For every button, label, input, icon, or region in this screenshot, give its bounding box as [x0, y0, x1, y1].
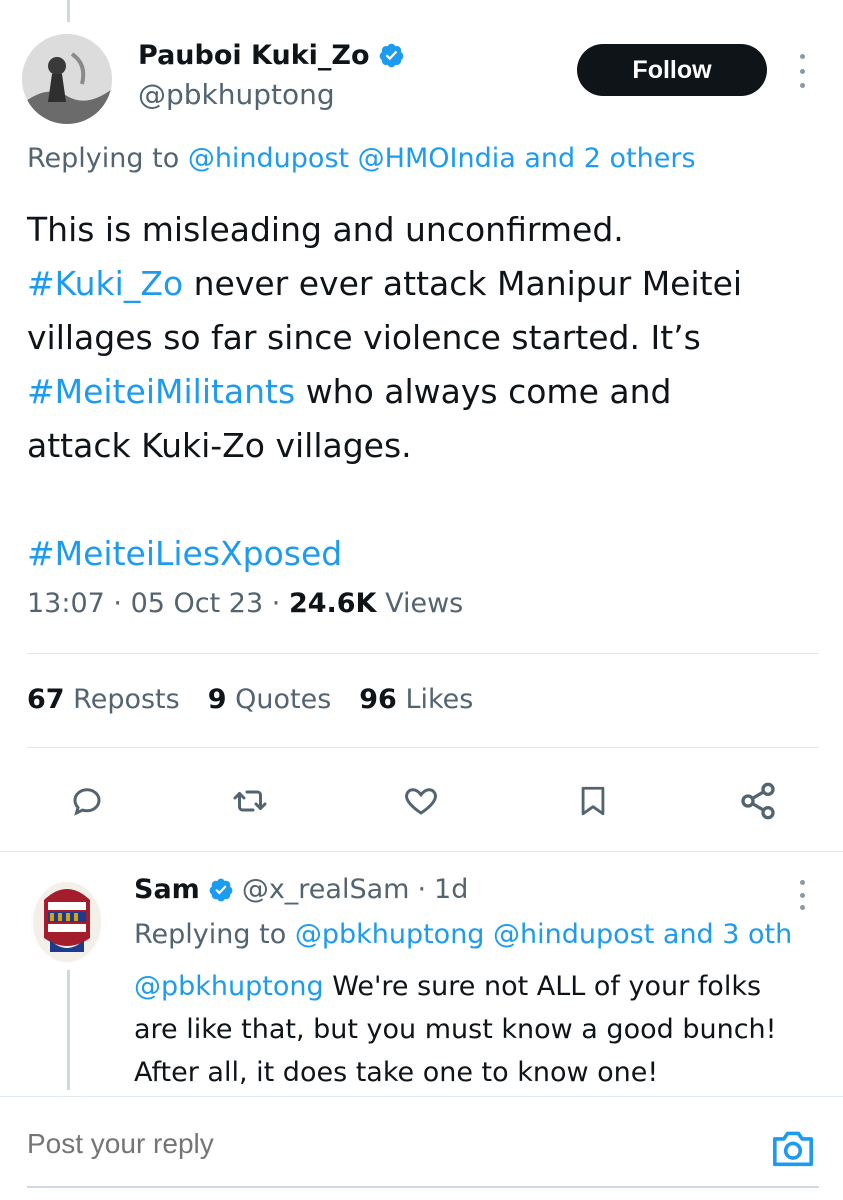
tweet-time[interactable]: 13:07: [27, 588, 105, 619]
dot: [799, 880, 805, 885]
more-options-icon[interactable]: [792, 880, 812, 910]
avatar-photo: [22, 34, 112, 124]
likes-label: Likes: [405, 684, 474, 715]
tweet-body: This is misleading and unconfirmed. #Kuk…: [27, 203, 827, 581]
dot: [799, 83, 805, 88]
tweet-header: Pauboi Kuki_Zo @pbkhuptong Follow: [0, 0, 843, 130]
hashtag-link[interactable]: #MeiteiMilitants: [27, 372, 295, 411]
tweet-meta: 13:07 · 05 Oct 23 · 24.6K Views: [27, 588, 463, 619]
input-underline: [27, 1186, 819, 1188]
dot: [799, 905, 805, 910]
views-count: 24.6K: [288, 588, 377, 619]
reply-line: @pbkhuptong We're sure not ALL of your f…: [134, 965, 834, 1008]
meta-separator: ·: [113, 588, 122, 619]
reply-author-handle[interactable]: @x_realSam: [242, 874, 410, 905]
reply-input[interactable]: [27, 1128, 727, 1160]
hashtag-link[interactable]: #Kuki_Zo: [27, 264, 183, 303]
tweet-stats: 67 Reposts 9 Quotes 96 Likes: [27, 684, 473, 715]
reply-line: After all, it does take one to know one!: [134, 1057, 659, 1088]
tweet-date[interactable]: 05 Oct 23: [131, 588, 264, 619]
dot: [799, 54, 805, 59]
reply-author-row: Sam @x_realSam · 1d: [134, 874, 468, 905]
quotes-stat[interactable]: 9 Quotes: [208, 684, 332, 715]
reply-icon[interactable]: [64, 778, 110, 824]
verified-badge-icon: [209, 878, 233, 901]
reply-line-text: We're sure not ALL of your folks: [323, 971, 762, 1002]
follow-button[interactable]: Follow: [577, 44, 767, 96]
replying-prefix: Replying to: [27, 143, 180, 174]
divider: [0, 851, 843, 852]
author-handle[interactable]: @pbkhuptong: [138, 78, 335, 111]
camera-icon[interactable]: [770, 1126, 816, 1170]
tweet-line-text: who always come and: [295, 372, 672, 411]
verified-badge-icon: [379, 43, 403, 68]
avatar[interactable]: [22, 34, 112, 124]
likes-count: 96: [359, 684, 397, 715]
author-name-row[interactable]: Pauboi Kuki_Zo: [138, 40, 405, 71]
mention-link[interactable]: @pbkhuptong: [134, 971, 324, 1002]
quotes-label: Quotes: [235, 684, 332, 715]
tweet-line: #Kuki_Zo never ever attack Manipur Meite…: [27, 257, 827, 311]
reposts-stat[interactable]: 67 Reposts: [27, 684, 180, 715]
replying-to: Replying to @hindupost @HMOIndia and 2 o…: [27, 143, 696, 174]
tweet-line: #MeiteiLiesXposed: [27, 527, 827, 581]
thread-line: [67, 970, 70, 1090]
dot: [799, 68, 805, 74]
reposts-label: Reposts: [73, 684, 180, 715]
replying-to-links[interactable]: @pbkhuptong @hindupost and 3 oth: [295, 919, 792, 950]
share-icon[interactable]: [735, 778, 781, 824]
repost-icon[interactable]: [227, 778, 273, 824]
reply-body: @pbkhuptong We're sure not ALL of your f…: [134, 965, 834, 1094]
tweet-line: This is misleading and unconfirmed.: [27, 210, 624, 249]
tweet-line: attack Kuki-Zo villages.: [27, 426, 412, 465]
tweet-line-text: never ever attack Manipur Meitei: [183, 264, 743, 303]
reposts-count: 67: [27, 684, 65, 715]
avatar-illustration: [33, 882, 101, 962]
replying-to-links[interactable]: @hindupost @HMOIndia and 2 others: [188, 143, 696, 174]
likes-stat[interactable]: 96 Likes: [359, 684, 473, 715]
divider: [27, 653, 819, 654]
reply-avatar[interactable]: [30, 880, 104, 964]
quotes-count: 9: [207, 684, 227, 715]
more-options-icon[interactable]: [790, 54, 814, 88]
author-name[interactable]: Pauboi Kuki_Zo: [138, 40, 370, 71]
meta-separator: ·: [417, 874, 427, 905]
divider: [0, 1096, 843, 1097]
like-icon[interactable]: [398, 778, 444, 824]
divider: [27, 747, 819, 748]
reply-line: are like that, but you must know a good …: [134, 1014, 777, 1045]
bookmark-icon[interactable]: [570, 778, 616, 824]
tweet-line: villages so far since violence started. …: [27, 318, 701, 357]
reply-replying-to: Replying to @pbkhuptong @hindupost and 3…: [134, 919, 792, 950]
tweet-line: #MeiteiMilitants who always come and: [27, 365, 827, 419]
views-label: Views: [385, 588, 464, 619]
reply-age[interactable]: 1d: [434, 874, 468, 905]
meta-separator: ·: [271, 588, 281, 619]
action-bar: [0, 770, 843, 830]
reply-author-name[interactable]: Sam: [134, 874, 200, 905]
replying-prefix: Replying to: [134, 919, 287, 950]
hashtag-link[interactable]: #MeiteiLiesXposed: [27, 534, 342, 573]
dot: [799, 892, 805, 898]
